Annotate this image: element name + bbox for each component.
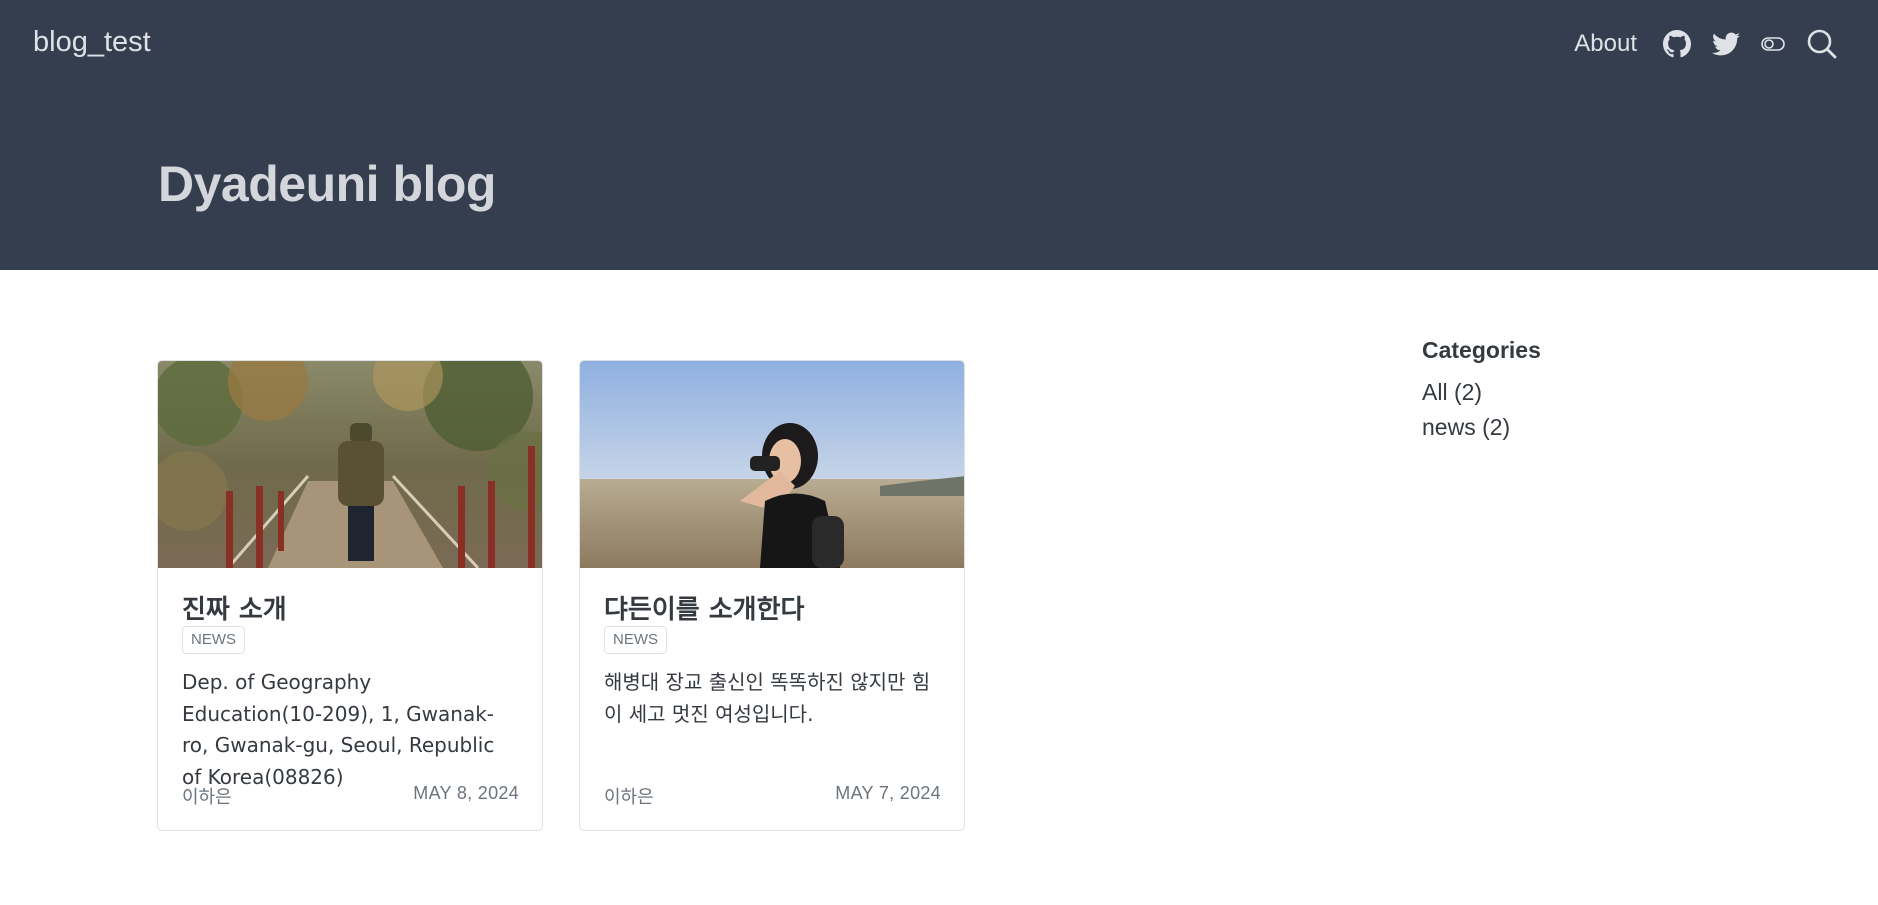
post-description: 해병대 장교 출신인 똑똑하진 않지만 힘이 세고 멋진 여성입니다.: [604, 670, 931, 726]
toggle-icon[interactable]: [1761, 36, 1785, 52]
post-thumbnail[interactable]: [158, 361, 542, 568]
post-title[interactable]: 진짜 소개: [182, 589, 287, 626]
post-date: MAY 7, 2024: [835, 783, 941, 803]
github-icon[interactable]: [1663, 30, 1691, 58]
post-thumbnail[interactable]: [580, 361, 964, 568]
twitter-icon[interactable]: [1712, 32, 1740, 56]
top-nav: About: [1574, 26, 1838, 62]
post-author: 이하은: [182, 787, 232, 808]
post-title[interactable]: 댜든이를 소개한다: [604, 589, 804, 626]
category-news-link[interactable]: news (2): [1422, 410, 1722, 445]
search-icon[interactable]: [1806, 28, 1838, 60]
post-author: 이하은: [604, 787, 654, 808]
category-badge[interactable]: NEWS: [604, 626, 667, 654]
categories-heading: Categories: [1422, 337, 1541, 363]
page-title: Dyadeuni blog: [158, 156, 496, 212]
page-banner: blog_test About Dyadeuni blog: [0, 0, 1878, 270]
post-date: MAY 8, 2024: [413, 783, 519, 803]
post-description: Dep. of Geography Education(10-209), 1, …: [182, 670, 495, 789]
category-badge[interactable]: NEWS: [182, 626, 245, 654]
category-all-link[interactable]: All (2): [1422, 375, 1722, 410]
about-link[interactable]: About: [1574, 30, 1637, 58]
post-card[interactable]: 댜든이를 소개한다 NEWS 해병대 장교 출신인 똑똑하진 않지만 힘이 세고…: [579, 360, 965, 831]
post-card[interactable]: 진짜 소개 NEWS Dep. of Geography Education(1…: [157, 360, 543, 831]
brand-link[interactable]: blog_test: [33, 26, 151, 59]
categories-sidebar: Categories All (2) news (2): [1422, 337, 1722, 445]
